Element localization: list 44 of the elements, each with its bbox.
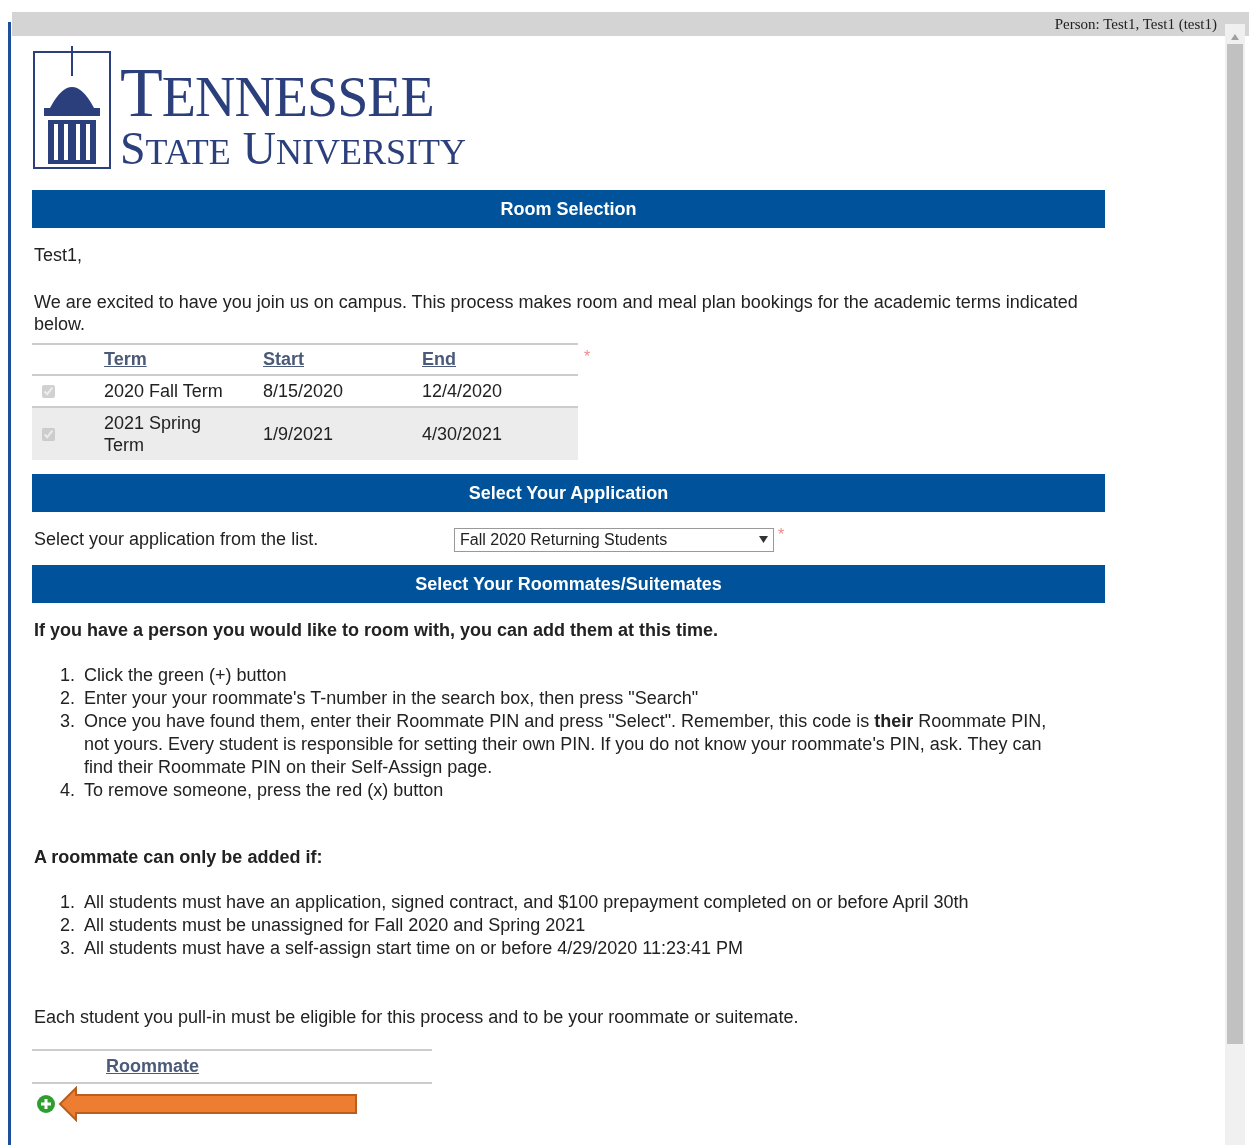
intro-text: We are excited to have you join us on campus. This process makes room and meal plan bookings for the academic terms indicated below.	[34, 291, 1079, 335]
instruction-step: Enter your your roommate's T-number in the search box, then press "Search"	[84, 687, 1059, 710]
scroll-up-icon[interactable]	[1231, 34, 1239, 40]
instruction-step: Once you have found them, enter their Roommate PIN and press "Select". Remember, this code is their Roommate PIN, not yours. Every student is responsible for setting their own PIN. If you do not know your roommate's PIN, ask. They can find their Roommate PIN on their Self-Assign page.	[84, 710, 1059, 779]
field-label: Select your application from the list.	[34, 528, 320, 551]
condition-item: All students must be unassigned for Fall 2020 and Spring 2021	[84, 914, 587, 937]
list-number: 4.	[60, 779, 76, 802]
section-header: Select Your Application	[32, 474, 1105, 512]
application-dropdown[interactable]: Fall 2020 Returning Students	[454, 527, 774, 552]
column-header[interactable]: Start	[263, 349, 304, 369]
instruction-step: Click the green (+) button	[84, 664, 1059, 687]
add-icon[interactable]	[36, 1094, 56, 1114]
table-cell: 12/4/2020	[422, 381, 503, 401]
logo-title: TENNESSEE	[120, 58, 435, 128]
column-header[interactable]: End	[422, 349, 456, 369]
list-number: 2.	[60, 687, 76, 710]
list-number: 1.	[60, 891, 76, 914]
table-cell-text: 2021 Spring Term	[104, 412, 203, 456]
list-number: 1.	[60, 664, 76, 687]
list-number: 3.	[60, 710, 76, 733]
required-mark: *	[778, 524, 785, 545]
list-number: 3.	[60, 937, 76, 960]
condition-item: All students must have a self-assign start time on or before 4/29/2020 11:23:41 PM	[84, 937, 745, 960]
column-header[interactable]: Roommate	[106, 1050, 432, 1083]
conditions-heading: A roommate can only be added if:	[34, 846, 324, 869]
section-header: Select Your Roommates/Suitemates	[32, 565, 1105, 603]
person-label: Person: Test1, Test1 (test1)	[1054, 14, 1217, 34]
greeting-text: Test1,	[34, 244, 84, 267]
required-mark: *	[584, 347, 591, 367]
scrollbar[interactable]	[1225, 24, 1245, 1145]
instruction-step: To remove someone, press the red (x) button	[84, 779, 1059, 802]
condition-item: All students must have an application, signed contract, and $100 prepayment completed on or before April 30th	[84, 891, 970, 914]
table-cell: 8/15/2020	[263, 381, 344, 401]
instructions-heading: If you have a person you would like to room with, you can add them at this time.	[34, 619, 720, 642]
building-icon	[32, 46, 112, 170]
table-cell: 1/9/2021	[263, 424, 334, 444]
column-header[interactable]: Term	[104, 349, 147, 369]
table-cell-text: 2020 Fall Term	[104, 380, 224, 402]
logo-subtitle: STATE UNIVERSITY	[120, 126, 466, 172]
dropdown-arrow-icon	[759, 536, 768, 543]
eligibility-text: Each student you pull-in must be eligible for this process and to be your roommate or suitemate.	[34, 1006, 800, 1029]
section-header: Room Selection	[32, 190, 1105, 228]
table-cell: 4/30/2021	[422, 424, 503, 444]
list-number: 2.	[60, 914, 76, 937]
